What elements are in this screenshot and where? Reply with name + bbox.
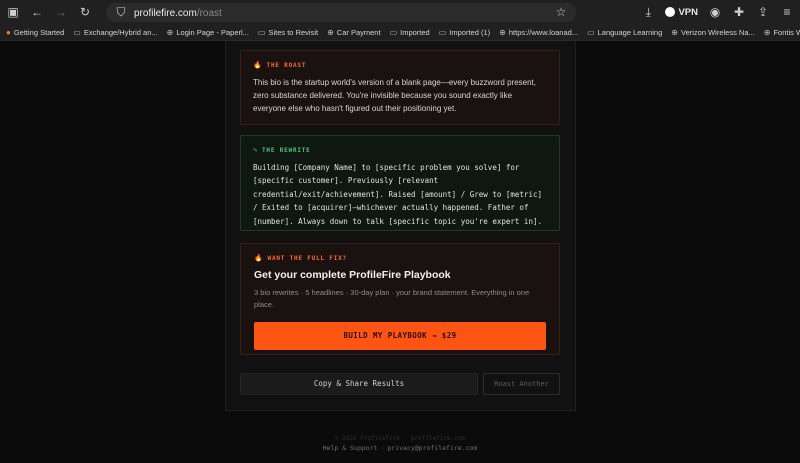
bookmark-item[interactable]: ⊕ Login Page - Paperl... xyxy=(167,28,249,37)
bookmark-item[interactable]: ▭ Sites to Revisit xyxy=(258,28,318,37)
bookmark-item[interactable]: ▭ Imported (1) xyxy=(439,28,490,37)
privacy-email-link[interactable]: privacy@profilefire.com xyxy=(387,444,477,452)
download-icon[interactable]: ⤓ xyxy=(641,5,655,19)
sidebar-toggle-icon[interactable]: ▣ xyxy=(6,5,20,19)
page-content: 🔥 THE ROAST This bio is the startup world… xyxy=(0,41,800,463)
bookmark-label: Verizon Wireless Na... xyxy=(680,27,755,37)
bookmark-item[interactable]: ⊕Fontis Water xyxy=(764,28,800,37)
vpn-button[interactable]: VPN xyxy=(665,7,698,18)
roast-card: 🔥 THE ROAST This bio is the startup world… xyxy=(240,50,560,125)
bookmark-item[interactable]: ⊕ Car Payment xyxy=(327,28,380,37)
star-bookmark-icon[interactable]: ☆ xyxy=(554,5,568,19)
roast-label: 🔥 THE ROAST xyxy=(253,61,307,69)
pencil-icon: ✎ xyxy=(253,146,259,154)
folder-icon: ▭ xyxy=(73,27,81,37)
bookmark-item[interactable]: ⊕ Verizon Wireless Na... xyxy=(671,28,754,37)
cta-description: 3 bio rewrites · 5 headlines · 30-day pl… xyxy=(254,288,530,309)
fire-icon: 🔥 xyxy=(254,254,264,262)
globe-icon: ⊕ xyxy=(671,27,678,37)
back-arrow-icon[interactable]: ← xyxy=(30,5,44,19)
roast-text: This bio is the startup world's version … xyxy=(253,78,536,113)
url-host: profilefire.com xyxy=(134,8,197,19)
bookmark-label: Car Payment xyxy=(336,27,381,37)
share-icon[interactable]: ⇪ xyxy=(756,5,770,19)
reload-icon[interactable]: ↻ xyxy=(78,5,92,19)
bookmark-label: Sites to Revisit xyxy=(268,27,319,37)
bookmark-label: Fontis Water xyxy=(773,27,800,37)
roast-another-button[interactable]: Roast Another xyxy=(483,373,560,395)
globe-icon: ⊕ xyxy=(499,27,506,37)
globe-icon: ⊕ xyxy=(763,27,771,37)
bookmark-item[interactable]: ⊕ https://www.loanad... xyxy=(499,28,578,37)
url-path: /roast xyxy=(196,8,222,19)
footer-copyright: © 2026 ProfileFire · profilefire.com xyxy=(334,435,466,442)
folder-icon: ▭ xyxy=(438,27,447,37)
build-playbook-button[interactable]: BUILD MY PLAYBOOK → $29 xyxy=(254,322,546,350)
rewrite-text: Building [Company Name] to [specific pro… xyxy=(253,163,542,226)
cta-label: 🔥 WANT THE FULL FIX? xyxy=(254,254,347,262)
bookmark-label: Language Learning xyxy=(597,27,663,37)
help-support-link[interactable]: Help & Support xyxy=(323,444,378,452)
address-bar[interactable]: ⛉ profilefire.com/roast ☆ xyxy=(106,2,576,22)
playbook-cta-card: 🔥 WANT THE FULL FIX? Get your complete Pr… xyxy=(240,243,560,355)
footer-links: Help & Support · privacy@profilefire.com xyxy=(322,444,478,452)
bookmark-label: Exchange/Hybrid an... xyxy=(83,27,158,37)
browser-toolbar: ▣ ← → ↻ ⛉ profilefire.com/roast ☆ ⤓ VPN … xyxy=(0,0,800,24)
bookmark-item[interactable]: ▭ Language Learning xyxy=(587,28,662,37)
rewrite-card: ✎ THE REWRITE Building [Company Name] to … xyxy=(240,135,560,231)
bookmark-label: Getting Started xyxy=(13,27,65,37)
footer: © 2026 ProfileFire · profilefire.com Hel… xyxy=(0,434,800,453)
bookmark-label: Imported (1) xyxy=(449,27,491,37)
vpn-icon xyxy=(665,7,676,17)
rewrite-label: ✎ THE REWRITE xyxy=(253,146,311,154)
globe-icon: ⊕ xyxy=(327,27,334,37)
shield-icon[interactable]: ⛉ xyxy=(114,5,128,19)
extensions-icon[interactable]: ✚ xyxy=(732,5,746,19)
cta-title: Get your complete ProfileFire Playbook xyxy=(254,269,451,281)
menu-icon[interactable]: ≡ xyxy=(780,5,794,19)
bookmarks-bar: ● Getting Started ▭ Exchange/Hybrid an... ⊕ L… xyxy=(0,24,800,40)
folder-icon: ▭ xyxy=(389,27,398,37)
fire-icon: 🔥 xyxy=(253,61,263,69)
globe-icon: ⊕ xyxy=(166,27,174,37)
bookmark-item[interactable]: ▭ Exchange/Hybrid an... xyxy=(73,28,157,37)
bookmark-label: Login Page - Paperl... xyxy=(176,27,249,37)
bookmark-item[interactable]: ● Getting Started xyxy=(6,28,64,37)
bookmark-label: https://www.loanad... xyxy=(508,27,579,37)
forward-arrow-icon[interactable]: → xyxy=(54,5,68,19)
folder-icon: ▭ xyxy=(587,27,595,37)
account-icon[interactable]: ◉ xyxy=(708,5,722,19)
browser-chrome: ▣ ← → ↻ ⛉ profilefire.com/roast ☆ ⤓ VPN … xyxy=(0,0,800,41)
bookmark-label: Imported xyxy=(400,27,430,37)
folder-icon: ▭ xyxy=(257,27,266,37)
bookmark-item[interactable]: ▭ Imported xyxy=(390,28,430,37)
firefox-icon: ● xyxy=(6,27,11,37)
copy-share-results-button[interactable]: Copy & Share Results xyxy=(240,373,478,395)
